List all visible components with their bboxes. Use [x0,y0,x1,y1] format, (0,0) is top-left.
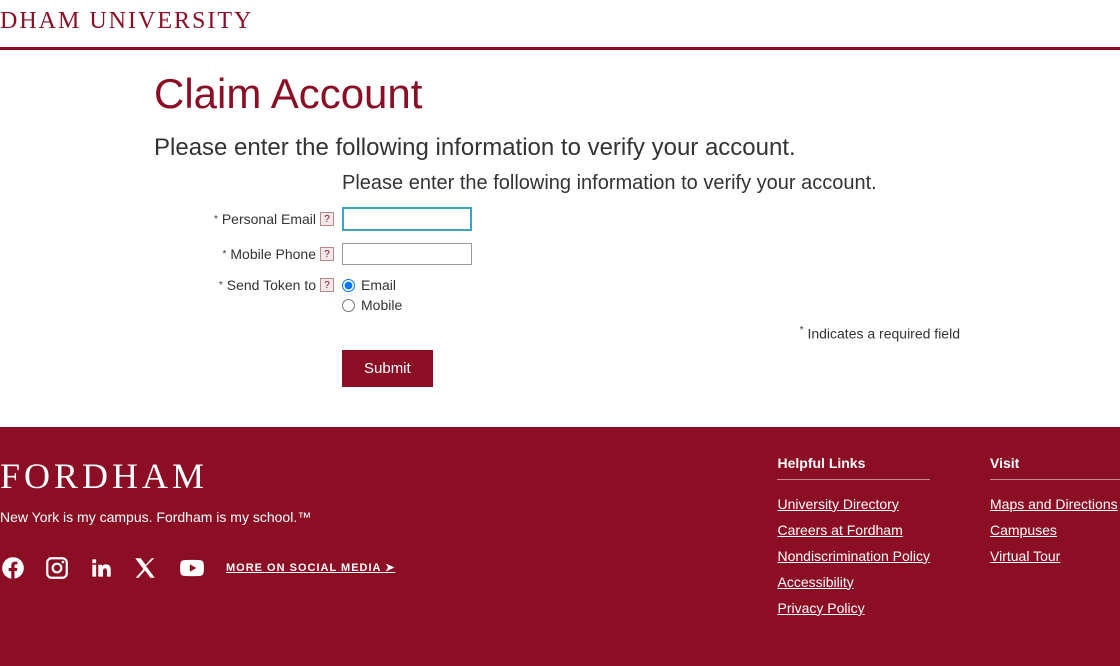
required-note: * Indicates a required field [154,325,1120,342]
radio-email-label: Email [361,277,396,293]
email-row: * Personal Email ? [154,207,1120,231]
footer-helpful-col: Helpful Links University Directory Caree… [777,455,930,626]
radio-mobile-label: Mobile [361,297,402,313]
visit-title: Visit [990,455,1120,480]
page-title: Claim Account [154,70,1120,118]
footer-link-maps[interactable]: Maps and Directions [990,496,1120,512]
help-icon[interactable]: ? [320,278,334,292]
footer-visit-col: Visit Maps and Directions Campuses Virtu… [990,455,1120,626]
header: DHAM UNIVERSITY [0,0,1120,47]
radio-email-input[interactable] [342,279,355,292]
required-asterisk: * [219,280,223,291]
required-asterisk: * [222,249,226,260]
help-icon[interactable]: ? [320,247,334,261]
brand-title: DHAM UNIVERSITY [0,8,1120,35]
footer-link-directory[interactable]: University Directory [777,496,930,512]
instagram-icon[interactable] [44,555,70,581]
phone-input[interactable] [342,243,472,265]
radio-email-item[interactable]: Email [342,277,402,293]
token-label: Send Token to [227,277,316,293]
required-asterisk: * [214,214,218,225]
footer-logo: FORDHAM [0,455,777,497]
social-row: MORE ON SOCIAL MEDIA ➤ [0,555,777,581]
footer-link-tour[interactable]: Virtual Tour [990,548,1120,564]
form-intro: Please enter the following information t… [342,172,1120,195]
linkedin-icon[interactable] [88,555,114,581]
footer-link-nondiscrimination[interactable]: Nondiscrimination Policy [777,548,930,564]
email-label: Personal Email [222,211,316,227]
radio-mobile-input[interactable] [342,299,355,312]
footer-link-privacy[interactable]: Privacy Policy [777,600,930,616]
help-icon[interactable]: ? [320,212,334,226]
token-row: * Send Token to ? Email Mobile [154,277,1120,313]
facebook-icon[interactable] [0,555,26,581]
x-icon[interactable] [132,555,158,581]
email-input[interactable] [342,207,472,231]
page-subtitle: Please enter the following information t… [154,134,1120,162]
more-social-link[interactable]: MORE ON SOCIAL MEDIA ➤ [226,561,395,574]
helpful-title: Helpful Links [777,455,930,480]
youtube-icon[interactable] [176,555,208,581]
phone-row: * Mobile Phone ? [154,243,1120,265]
footer-link-campuses[interactable]: Campuses [990,522,1120,538]
main-content: Claim Account Please enter the following… [0,50,1120,427]
phone-label: Mobile Phone [230,246,316,262]
footer-link-careers[interactable]: Careers at Fordham [777,522,930,538]
footer-tagline: New York is my campus. Fordham is my sch… [0,509,777,525]
footer-link-accessibility[interactable]: Accessibility [777,574,930,590]
radio-mobile-item[interactable]: Mobile [342,297,402,313]
footer: FORDHAM New York is my campus. Fordham i… [0,427,1120,666]
submit-button[interactable]: Submit [342,350,433,387]
